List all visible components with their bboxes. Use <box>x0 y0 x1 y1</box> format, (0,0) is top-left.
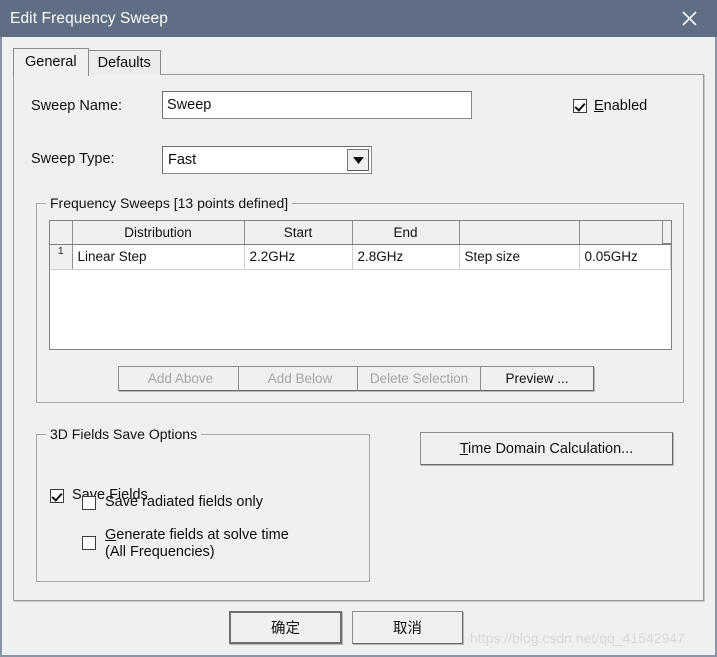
save-radiated-fields-label: Save radiated fields only <box>105 494 263 510</box>
cancel-button[interactable]: 取消 <box>352 611 463 644</box>
table-scrollbar[interactable] <box>662 221 671 244</box>
tab-strip: General Defaults <box>13 48 161 76</box>
generate-label-rest: enerate fields at solve time <box>116 527 289 543</box>
tab-defaults[interactable]: Defaults <box>87 50 161 75</box>
generate-label-line2: (All Frequencies) <box>105 544 215 560</box>
time-domain-accel: T <box>459 440 469 457</box>
row-number[interactable]: 1 <box>50 244 73 270</box>
column-header-step-value[interactable] <box>579 221 671 245</box>
frequency-sweeps-table[interactable]: Distribution Start End 1 Linear Step 2.2… <box>49 220 672 350</box>
enabled-label-rest: nabled <box>603 98 648 114</box>
close-button[interactable] <box>667 0 711 37</box>
title-bar: Edit Frequency Sweep <box>0 0 717 37</box>
window-title: Edit Frequency Sweep <box>10 9 168 27</box>
sweep-type-label: Sweep Type: <box>31 151 115 167</box>
ok-button[interactable]: 确定 <box>229 611 342 644</box>
delete-selection-button[interactable]: Delete Selection <box>357 366 481 391</box>
generate-accel: G <box>105 527 117 543</box>
table-row[interactable]: 1 Linear Step 2.2GHz 2.8GHz Step size 0.… <box>50 244 671 270</box>
time-domain-calculation-button[interactable]: Time Domain Calculation... <box>420 432 673 465</box>
generate-fields-checkbox[interactable]: Generate fields at solve time (All Freque… <box>82 527 289 561</box>
tab-general[interactable]: General <box>13 48 89 76</box>
column-header-distribution[interactable]: Distribution <box>72 221 245 245</box>
cell-step-value[interactable]: 0.05GHz <box>579 244 671 270</box>
table-header-row: Distribution Start End <box>50 221 671 245</box>
add-above-button[interactable]: Add Above <box>118 366 243 391</box>
time-domain-label: Time Domain Calculation... <box>460 441 634 457</box>
enabled-checkbox[interactable]: Enabled <box>573 98 647 114</box>
column-header-end[interactable]: End <box>352 221 460 245</box>
sweep-type-value: Fast <box>168 152 197 168</box>
cell-step-size-placeholder[interactable]: Step size <box>459 244 580 270</box>
sweep-grid: Distribution Start End 1 Linear Step 2.2… <box>50 221 671 270</box>
sweep-type-dropdown[interactable]: Fast <box>162 146 372 174</box>
cell-start[interactable]: 2.2GHz <box>244 244 353 270</box>
column-header-rownum[interactable] <box>50 221 73 245</box>
frequency-sweeps-title: Frequency Sweeps [13 points defined] <box>46 195 293 211</box>
cell-distribution[interactable]: Linear Step <box>72 244 245 270</box>
time-domain-label-rest: ime Domain Calculation... <box>468 440 634 457</box>
chevron-down-glyph <box>352 156 364 164</box>
enabled-label: Enabled <box>594 98 647 114</box>
cell-end[interactable]: 2.8GHz <box>352 244 460 270</box>
fields-save-options-title: 3D Fields Save Options <box>46 426 202 442</box>
sweep-name-input[interactable] <box>162 91 472 119</box>
checkbox-box-generate <box>82 536 96 550</box>
column-header-step-size[interactable] <box>459 221 580 245</box>
checkbox-box-enabled <box>573 99 587 113</box>
chevron-down-icon[interactable] <box>347 149 369 171</box>
column-header-start[interactable]: Start <box>244 221 353 245</box>
enabled-accel: E <box>594 98 604 114</box>
add-below-button[interactable]: Add Below <box>238 366 362 391</box>
sweep-name-label: Sweep Name: <box>31 98 123 114</box>
save-radiated-fields-checkbox[interactable]: Save radiated fields only <box>82 494 263 511</box>
checkbox-box-save-radiated <box>82 495 96 510</box>
close-icon <box>681 11 697 26</box>
checkbox-box-save-fields <box>50 488 64 503</box>
preview-button[interactable]: Preview ... <box>480 366 594 391</box>
generate-fields-label: Generate fields at solve time (All Freque… <box>105 527 289 561</box>
